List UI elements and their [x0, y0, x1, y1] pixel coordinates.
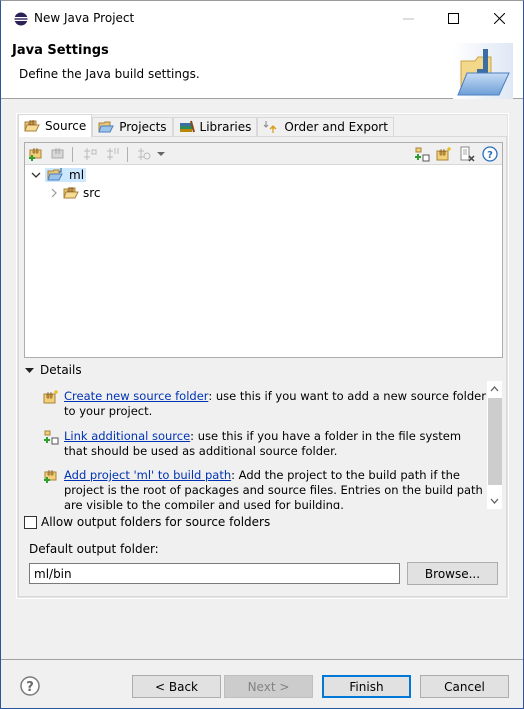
maximize-button[interactable] [430, 1, 476, 35]
toolbar-separator [127, 147, 128, 162]
allow-output-folders-label: Allow output folders for source folders [41, 515, 271, 529]
remove-button[interactable] [459, 146, 475, 162]
close-icon [493, 12, 505, 24]
details-toggle[interactable]: Details [25, 363, 82, 377]
chevron-down-icon[interactable] [31, 170, 41, 180]
tab-source[interactable]: Source [18, 114, 93, 137]
detail-create-source-folder: Create new source folder: use this if yo… [41, 389, 486, 419]
chevron-up-icon [490, 386, 499, 392]
maximize-icon [447, 12, 459, 24]
triangle-down-icon [25, 367, 34, 373]
details-content: Create new source folder: use this if yo… [41, 381, 486, 509]
link-source-icon [84, 148, 97, 160]
chevron-down-icon [490, 498, 499, 504]
link-source-button[interactable] [82, 146, 98, 162]
source-toolbar: ? [25, 143, 502, 165]
tab-bar: Source Projects Libraries Order and Expo… [18, 114, 394, 137]
tab-projects-label: Projects [119, 120, 167, 134]
minimize-button[interactable] [385, 1, 431, 35]
link-additional-source-link[interactable]: Link additional source [64, 429, 190, 443]
page-description: Define the Java build settings. [19, 67, 200, 81]
scroll-down-button[interactable] [487, 493, 502, 509]
add-source-folder-button[interactable] [28, 146, 44, 162]
tree-item-src[interactable]: src [49, 184, 101, 202]
link-additional-source-icon [44, 430, 59, 445]
finish-button[interactable]: Finish [322, 675, 411, 698]
tab-source-label: Source [45, 119, 87, 133]
details-scrollbar[interactable] [487, 381, 502, 509]
button-bar-divider [1, 659, 523, 660]
close-button[interactable] [476, 1, 522, 35]
link-additional-source-icon [415, 147, 430, 162]
allow-output-folders-option[interactable]: Allow output folders for source folders [24, 515, 270, 529]
configure-button[interactable] [136, 146, 152, 162]
scrollbar-thumb[interactable] [488, 398, 502, 485]
title-bar: New Java Project [1, 1, 523, 35]
remove-source-folder-button[interactable] [50, 146, 66, 162]
tree-item-ml-selection: ml [45, 168, 87, 182]
back-button[interactable]: < Back [132, 675, 221, 698]
source-folder-icon [63, 187, 79, 199]
tab-libraries-label: Libraries [199, 120, 252, 134]
order-export-icon [264, 121, 277, 133]
default-output-folder-label: Default output folder: [29, 542, 159, 556]
tab-order-and-export-label: Order and Export [284, 120, 388, 134]
tree-item-ml[interactable]: ml [31, 166, 87, 184]
help-icon[interactable]: ? [20, 676, 40, 696]
toolbar-separator [72, 147, 73, 162]
eclipse-icon [14, 12, 28, 26]
libraries-icon [179, 120, 195, 133]
link-additional-source-button[interactable] [414, 146, 430, 162]
cancel-button[interactable]: Cancel [420, 675, 509, 698]
svg-text:?: ? [26, 680, 34, 695]
page-title: Java Settings [12, 43, 109, 58]
source-tree[interactable]: ? ml src [24, 142, 503, 358]
tab-libraries[interactable]: Libraries [172, 117, 258, 136]
detail-link-additional-source: Link additional source: use this if you … [41, 429, 486, 459]
remove-source-folder-icon [51, 148, 64, 159]
new-source-folder-button[interactable] [436, 146, 452, 162]
scroll-up-button[interactable] [487, 381, 502, 397]
allow-output-folders-checkbox[interactable] [24, 515, 37, 529]
new-java-project-dialog: New Java Project Java Settings Define th… [0, 0, 524, 709]
java-project-folder-icon [453, 43, 513, 99]
default-output-folder-input[interactable] [29, 563, 400, 584]
create-source-folder-link[interactable]: Create new source folder [64, 389, 208, 403]
tree-item-label: src [83, 186, 101, 200]
unlink-source-button[interactable] [105, 146, 121, 162]
tab-order-and-export[interactable]: Order and Export [257, 117, 394, 136]
source-folder-icon [24, 120, 40, 132]
chevron-right-icon[interactable] [49, 188, 59, 198]
chevron-down-icon [157, 152, 165, 156]
java-project-icon [47, 168, 63, 181]
remove-icon [460, 146, 475, 162]
add-source-folder-icon [44, 470, 57, 483]
help-icon: ? [482, 146, 498, 162]
tab-projects[interactable]: Projects [92, 117, 173, 136]
next-button[interactable]: Next > [224, 675, 313, 698]
configure-dropdown-button[interactable] [156, 146, 166, 162]
help-button[interactable]: ? [482, 146, 498, 162]
unlink-source-icon [107, 148, 119, 160]
add-source-folder-icon [29, 148, 42, 161]
browse-button[interactable]: Browse... [407, 562, 498, 585]
window-title: New Java Project [34, 11, 135, 25]
wizard-header: Java Settings Define the Java build sett… [1, 35, 523, 99]
svg-text:?: ? [487, 150, 493, 161]
new-source-folder-icon [436, 147, 451, 161]
details-label: Details [40, 363, 82, 377]
configure-icon [138, 148, 151, 160]
tree-item-label: ml [69, 168, 85, 182]
new-source-folder-icon [43, 390, 58, 404]
add-project-to-build-path-link[interactable]: Add project 'ml' to build path [64, 468, 231, 482]
minimize-icon [402, 18, 414, 19]
projects-icon [98, 121, 115, 133]
detail-add-project-to-build-path: Add project 'ml' to build path: Add the … [41, 468, 486, 509]
